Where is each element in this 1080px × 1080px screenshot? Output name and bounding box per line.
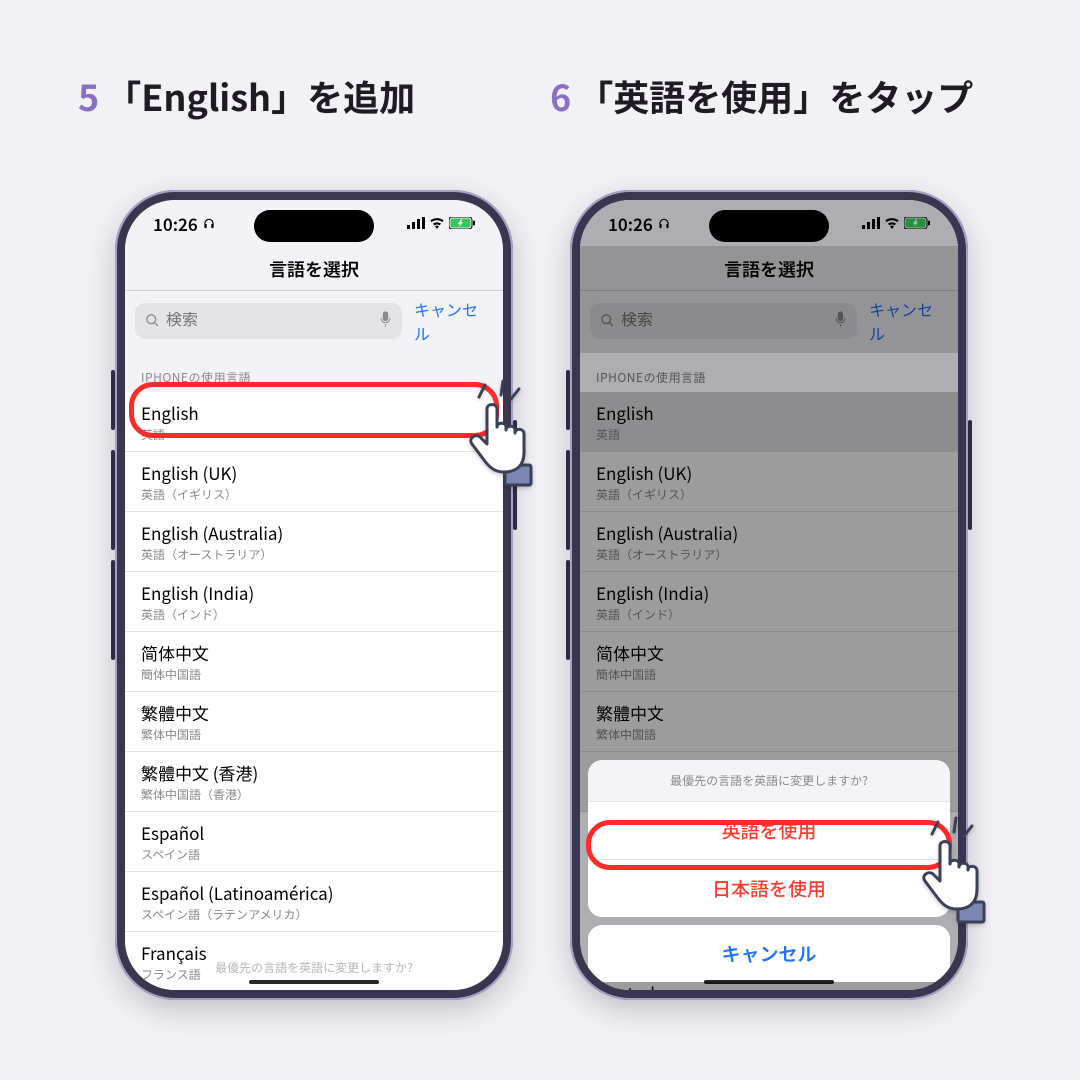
use-japanese-button[interactable]: 日本語を使用 bbox=[588, 859, 950, 917]
step-text: 「English」を追加 bbox=[105, 70, 415, 122]
action-sheet: 最優先の言語を英語に変更しますか? 英語を使用 日本語を使用 キャンセル bbox=[588, 760, 950, 982]
home-indicator[interactable] bbox=[704, 980, 834, 984]
language-name: 简体中文 bbox=[141, 640, 487, 665]
search-input[interactable] bbox=[135, 303, 402, 339]
language-row[interactable]: Español (Latinoamérica)スペイン語（ラテンアメリカ） bbox=[125, 872, 503, 932]
language-name: English (UK) bbox=[141, 460, 487, 485]
language-row[interactable]: 繁體中文繁体中国語 bbox=[125, 692, 503, 752]
language-row[interactable]: 简体中文簡体中国語 bbox=[125, 632, 503, 692]
language-sub: スペイン語（ラテンアメリカ） bbox=[141, 906, 487, 923]
step-number: 6 bbox=[550, 70, 571, 122]
nav-bar: 言語を選択 bbox=[125, 246, 503, 291]
language-row[interactable]: English (India)英語（インド） bbox=[125, 572, 503, 632]
signal-icon bbox=[407, 217, 425, 229]
phone-mockup-right: 10:26 言語を選択 bbox=[570, 190, 968, 1000]
language-name: Español (Latinoamérica) bbox=[141, 880, 487, 905]
language-row[interactable]: 繁體中文 (香港)繁体中国語（香港） bbox=[125, 752, 503, 812]
mic-icon[interactable] bbox=[379, 309, 392, 333]
language-row[interactable]: English (Australia)英語（オーストラリア） bbox=[125, 512, 503, 572]
status-time: 10:26 bbox=[153, 211, 198, 236]
language-sub: 英語（オーストラリア） bbox=[141, 546, 487, 563]
language-sub: 英語（インド） bbox=[141, 606, 487, 623]
language-name: 繁體中文 bbox=[141, 700, 487, 725]
language-sub: 英語（イギリス） bbox=[141, 486, 487, 503]
language-name: Español bbox=[141, 820, 487, 845]
phone-mockup-left: 10:26 言語を選択 bbox=[115, 190, 513, 1000]
language-name: English (Australia) bbox=[141, 520, 487, 545]
search-field[interactable] bbox=[166, 312, 373, 330]
search-icon bbox=[145, 309, 160, 333]
sheet-header: 最優先の言語を英語に変更しますか? bbox=[588, 760, 950, 801]
step-5-caption: 5「English」を追加 bbox=[78, 70, 415, 122]
cancel-button[interactable]: キャンセル bbox=[410, 297, 493, 345]
bottom-hint: 最優先の言語を英語に変更しますか? bbox=[125, 959, 503, 976]
use-english-button[interactable]: 英語を使用 bbox=[588, 801, 950, 859]
language-sub: 繁体中国語（香港） bbox=[141, 786, 487, 803]
tap-gesture-icon bbox=[445, 375, 555, 500]
language-name: 繁體中文 (香港) bbox=[141, 760, 487, 785]
step-6-caption: 6「英語を使用」をタップ bbox=[550, 70, 973, 122]
home-indicator[interactable] bbox=[249, 980, 379, 984]
language-sub: 英語 bbox=[141, 426, 487, 443]
battery-charging-icon bbox=[449, 217, 475, 229]
dynamic-island bbox=[254, 210, 374, 242]
dynamic-island bbox=[709, 210, 829, 242]
language-name: English (India) bbox=[141, 580, 487, 605]
headphones-icon bbox=[202, 211, 216, 236]
step-number: 5 bbox=[78, 70, 99, 122]
sheet-cancel-button[interactable]: キャンセル bbox=[588, 925, 950, 982]
step-text: 「英語を使用」をタップ bbox=[577, 70, 973, 122]
language-row[interactable]: Españolスペイン語 bbox=[125, 812, 503, 872]
language-sub: 簡体中国語 bbox=[141, 666, 487, 683]
wifi-icon bbox=[429, 217, 445, 229]
language-name: English bbox=[141, 400, 487, 425]
language-sub: スペイン語 bbox=[141, 846, 487, 863]
nav-title: 言語を選択 bbox=[125, 256, 503, 282]
tap-gesture-icon bbox=[898, 812, 1008, 937]
language-sub: 繁体中国語 bbox=[141, 726, 487, 743]
